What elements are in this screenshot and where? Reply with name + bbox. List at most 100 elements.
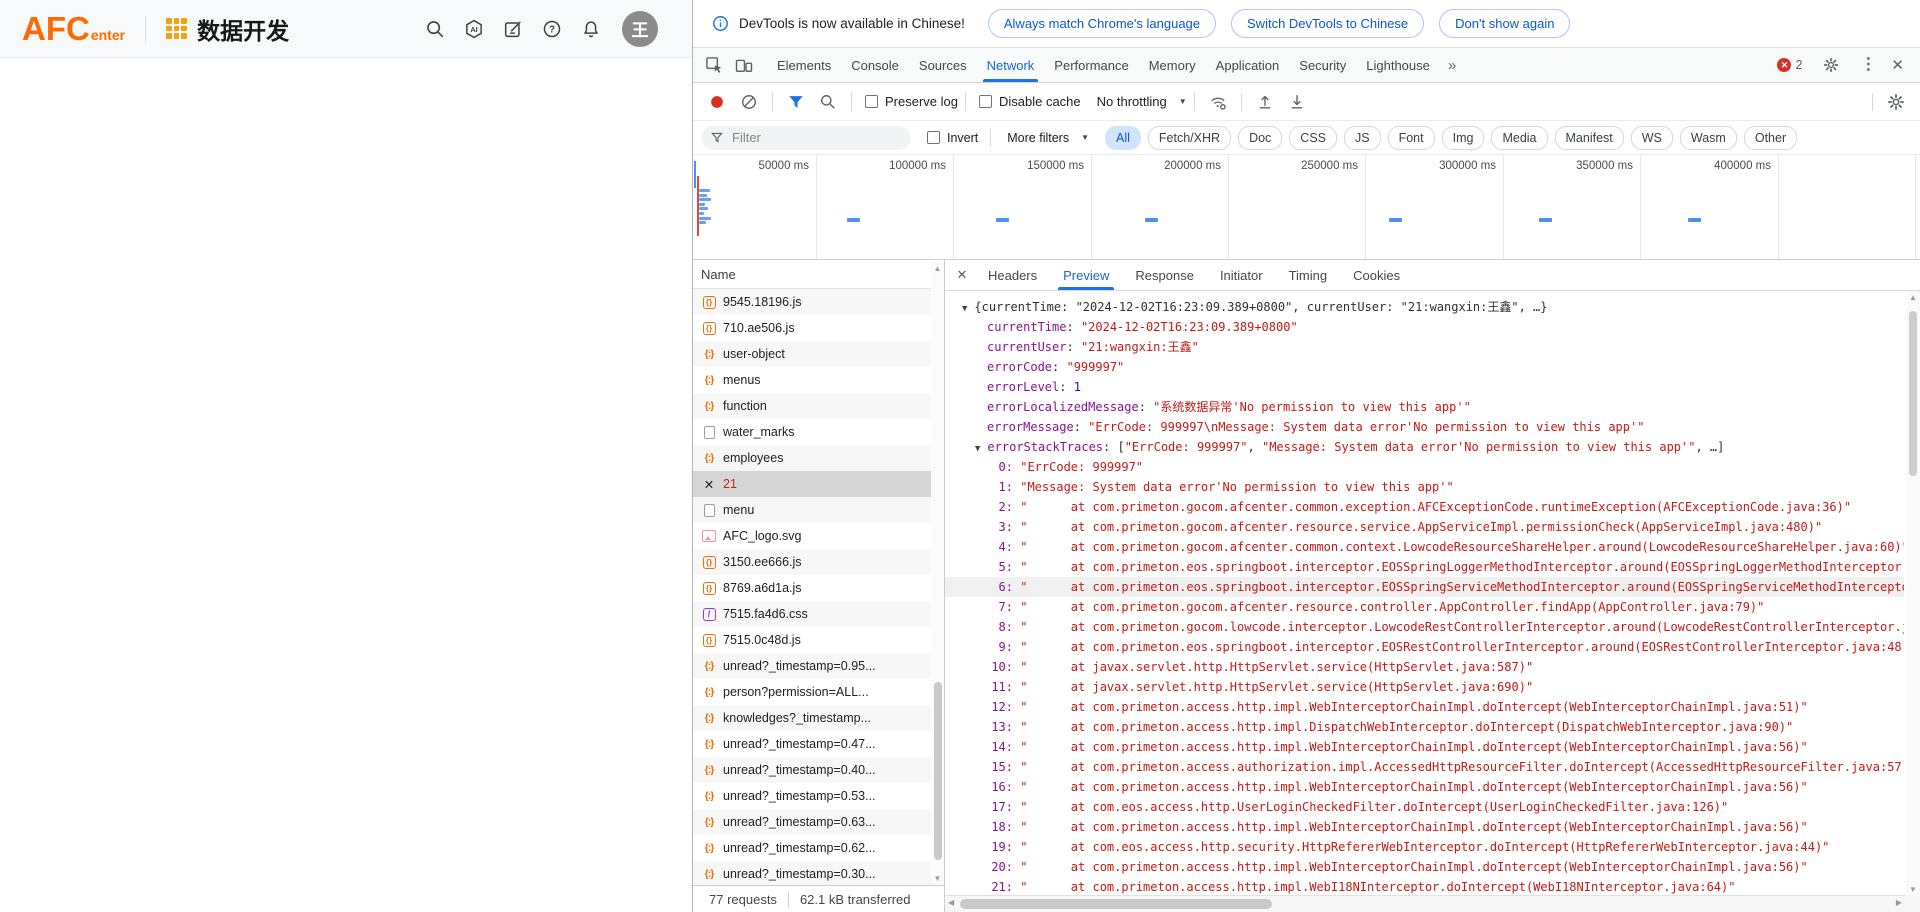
devtools-tab-elements[interactable]: Elements [767,48,841,82]
disable-cache-checkbox[interactable] [979,95,992,108]
devtools-close-icon[interactable]: ✕ [1891,58,1904,73]
filter-pill-manifest[interactable]: Manifest [1555,126,1624,150]
banner-button-0[interactable]: Always match Chrome's language [988,9,1216,38]
more-tabs-icon[interactable]: » [1440,57,1464,74]
ai-assistant-icon[interactable]: AI [463,18,485,40]
afcenter-logo[interactable]: AFC enter [22,12,125,45]
filter-funnel-icon[interactable] [786,92,806,112]
table-row[interactable]: {}710.ae506.js [693,315,944,341]
table-row[interactable]: water_marks [693,419,944,445]
table-row[interactable]: {:}person?permission=ALL... [693,679,944,705]
table-row[interactable]: {:}user-object [693,341,944,367]
user-avatar[interactable]: 王 [622,11,658,47]
table-row[interactable]: /7515.fa4d6.css [693,601,944,627]
app-grid-icon[interactable] [166,18,187,39]
banner-button-1[interactable]: Switch DevTools to Chinese [1231,9,1424,38]
detail-tab-response[interactable]: Response [1122,260,1207,290]
invert-checkbox[interactable] [927,131,940,144]
filter-pill-all[interactable]: All [1105,126,1141,150]
table-row[interactable]: {}3150.ee666.js [693,549,944,575]
detail-tab-initiator[interactable]: Initiator [1207,260,1276,290]
disclosure-triangle-icon[interactable]: ▼ [975,439,980,457]
filter-pill-ws[interactable]: WS [1631,126,1673,150]
table-row[interactable]: {:}unread?_timestamp=0.40... [693,757,944,783]
table-row[interactable]: {:}menus [693,367,944,393]
filter-pill-media[interactable]: Media [1491,126,1547,150]
devtools-tab-performance[interactable]: Performance [1044,48,1138,82]
notifications-bell-icon[interactable] [580,18,602,40]
devtools-menu-kebab-icon[interactable]: ⋮ [1860,57,1876,73]
record-network-log-icon[interactable] [707,92,727,112]
filter-pill-wasm[interactable]: Wasm [1680,126,1737,150]
filter-pill-js[interactable]: JS [1344,126,1381,150]
close-details-icon[interactable]: ✕ [949,267,975,283]
requests-scrollbar[interactable]: ▲ ▼ [931,262,944,885]
devtools-tab-console[interactable]: Console [841,48,909,82]
table-row[interactable]: {:}knowledges?_timestamp... [693,705,944,731]
table-row[interactable]: {:}function [693,393,944,419]
scroll-up-icon[interactable]: ▲ [1906,293,1920,302]
preview-horizontal-scrollbar[interactable]: ◀ ▶ [945,895,1920,912]
scrollbar-thumb[interactable] [934,682,942,860]
detail-tab-headers[interactable]: Headers [975,260,1050,290]
table-row[interactable]: menu [693,497,944,523]
preserve-log-checkbox[interactable] [865,95,878,108]
table-row[interactable]: {:}unread?_timestamp=0.53... [693,783,944,809]
table-row[interactable]: {:}employees [693,445,944,471]
banner-button-2[interactable]: Don't show again [1439,9,1570,38]
scroll-left-icon[interactable]: ◀ [948,898,954,907]
console-error-badge[interactable]: ✕ 2 [1777,58,1802,72]
table-row[interactable]: {:}unread?_timestamp=0.95... [693,653,944,679]
scroll-right-icon[interactable]: ▶ [1896,898,1902,907]
disclosure-triangle-icon[interactable]: ▼ [962,299,967,317]
scroll-down-icon[interactable]: ▼ [931,874,944,883]
table-row[interactable]: {}9545.18196.js [693,289,944,315]
import-har-icon[interactable] [1255,92,1275,112]
scroll-down-icon[interactable]: ▼ [1906,885,1920,894]
detail-tab-timing[interactable]: Timing [1276,260,1341,290]
compose-note-icon[interactable] [502,18,524,40]
filter-pill-css[interactable]: CSS [1289,126,1337,150]
devtools-tab-lighthouse[interactable]: Lighthouse [1356,48,1440,82]
filter-pill-font[interactable]: Font [1388,126,1435,150]
table-row[interactable]: ✕21 [693,471,944,497]
table-row[interactable]: {:}unread?_timestamp=0.63... [693,809,944,835]
table-row[interactable]: {}7515.0c48d.js [693,627,944,653]
preview-line: 20: " at com.primeton.access.http.impl.W… [945,857,1904,877]
scrollbar-thumb[interactable] [960,899,1272,909]
search-network-icon[interactable] [818,92,838,112]
devtools-tab-security[interactable]: Security [1289,48,1356,82]
detail-tab-cookies[interactable]: Cookies [1340,260,1413,290]
table-row[interactable]: {}8769.a6d1a.js [693,575,944,601]
clear-network-log-icon[interactable] [739,92,759,112]
network-settings-gear-icon[interactable] [1886,92,1906,112]
table-row[interactable]: {:}unread?_timestamp=0.30... [693,861,944,885]
help-icon[interactable]: ? [541,18,563,40]
requests-column-header[interactable]: Name [693,260,944,289]
preview-vertical-scrollbar[interactable]: ▲ ▼ [1906,291,1920,896]
filter-pill-other[interactable]: Other [1744,126,1797,150]
throttling-select[interactable]: No throttling ▼ [1097,94,1187,109]
network-overview-timeline[interactable]: 50000 ms100000 ms150000 ms200000 ms25000… [693,155,1920,260]
search-icon[interactable] [424,18,446,40]
devtools-tab-application[interactable]: Application [1206,48,1290,82]
filter-pill-img[interactable]: Img [1442,126,1485,150]
network-conditions-icon[interactable] [1208,92,1228,112]
export-har-icon[interactable] [1287,92,1307,112]
devtools-tab-network[interactable]: Network [977,48,1045,82]
table-row[interactable]: AFC_logo.svg [693,523,944,549]
scroll-up-icon[interactable]: ▲ [931,264,944,273]
table-row[interactable]: {:}unread?_timestamp=0.47... [693,731,944,757]
table-row[interactable]: {:}unread?_timestamp=0.62... [693,835,944,861]
device-toolbar-icon[interactable] [734,55,754,75]
devtools-tab-memory[interactable]: Memory [1139,48,1206,82]
devtools-settings-gear-icon[interactable] [1822,56,1840,74]
more-filters-button[interactable]: More filters ▼ [1007,131,1089,145]
filter-input[interactable] [730,129,901,146]
inspect-element-icon[interactable] [704,55,724,75]
scrollbar-thumb[interactable] [1909,311,1917,476]
filter-pill-doc[interactable]: Doc [1238,126,1282,150]
filter-pill-fetch-xhr[interactable]: Fetch/XHR [1148,126,1231,150]
detail-tab-preview[interactable]: Preview [1050,260,1122,290]
devtools-tab-sources[interactable]: Sources [909,48,977,82]
